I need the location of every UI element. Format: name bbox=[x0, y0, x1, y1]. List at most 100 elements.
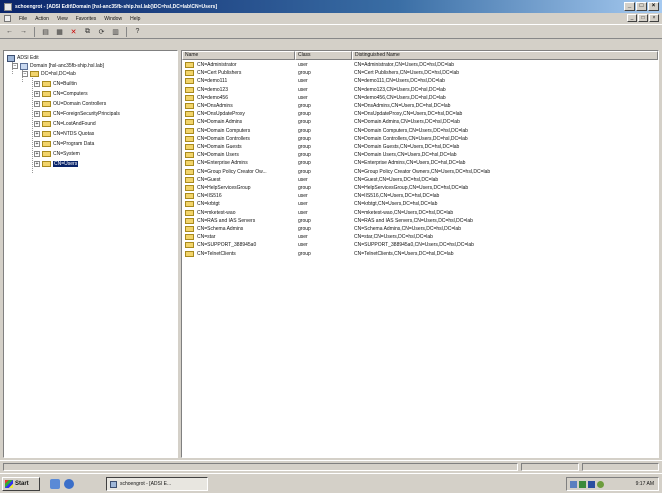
tree-node-domain[interactable]: − Domain [hsl-anc35fb-ship.hsl.lab] bbox=[12, 62, 104, 70]
cell-name: CN=Domain Users bbox=[197, 152, 239, 159]
table-row[interactable]: CN=SUPPORT_388945a0 user CN=SUPPORT_3889… bbox=[182, 241, 658, 249]
status-icon[interactable] bbox=[597, 480, 604, 488]
table-row[interactable]: CN=HelpServicesGroup group CN=HelpServic… bbox=[182, 184, 658, 192]
table-row[interactable]: CN=Administrator user CN=Administrator,C… bbox=[182, 61, 658, 69]
table-row[interactable]: CN=Enterprise Admins group CN=Enterprise… bbox=[182, 159, 658, 167]
child-minimize-button[interactable]: _ bbox=[627, 14, 637, 22]
expand-icon[interactable]: + bbox=[34, 151, 40, 157]
column-header-name[interactable]: Name bbox=[182, 51, 295, 60]
show-desktop-icon[interactable] bbox=[50, 479, 60, 489]
collapse-icon[interactable]: − bbox=[12, 63, 18, 69]
table-row[interactable]: CN=IIS516 user CN=IIS516,CN=Users,DC=hsl… bbox=[182, 192, 658, 200]
network-icon[interactable] bbox=[570, 480, 577, 488]
refresh-icon[interactable]: ⟳ bbox=[96, 26, 107, 37]
tree-node-builtin[interactable]: + CN=Builtin bbox=[34, 80, 77, 88]
tree-node-lost-and-found[interactable]: + CN=LostAndFound bbox=[34, 120, 96, 128]
list-pane[interactable]: Name Class Distinguished Name CN=Adminis… bbox=[181, 50, 659, 458]
column-header-distinguished-name[interactable]: Distinguished Name bbox=[352, 51, 658, 60]
cell-class: user bbox=[298, 176, 308, 183]
collapse-icon[interactable]: − bbox=[22, 71, 28, 77]
table-row[interactable]: CN=mketest-wao user CN=mketest-wao,CN=Us… bbox=[182, 209, 658, 217]
expand-icon[interactable]: + bbox=[34, 121, 40, 127]
expand-icon[interactable]: + bbox=[34, 141, 40, 147]
table-row[interactable]: CN=Domain Computers group CN=Domain Comp… bbox=[182, 127, 658, 135]
table-row[interactable]: CN=Domain Controllers group CN=Domain Co… bbox=[182, 135, 658, 143]
table-row[interactable]: CN=demo111 user CN=demo111,CN=Users,DC=h… bbox=[182, 77, 658, 85]
menu-view[interactable]: View bbox=[57, 16, 68, 22]
expand-icon[interactable]: + bbox=[34, 91, 40, 97]
cell-class: user bbox=[298, 209, 308, 216]
forward-arrow-icon[interactable]: → bbox=[18, 26, 29, 37]
child-close-button[interactable]: × bbox=[649, 14, 659, 22]
close-button[interactable]: × bbox=[648, 2, 659, 11]
table-row[interactable]: CN=Group Policy Creator Ow... group CN=G… bbox=[182, 168, 658, 176]
child-restore-button[interactable]: □ bbox=[638, 14, 648, 22]
expand-icon[interactable]: + bbox=[34, 161, 40, 167]
title-bar[interactable]: schoengrot - [ADSI Edit\Domain [hsl-anc3… bbox=[0, 0, 662, 13]
folder-icon bbox=[42, 111, 51, 117]
monitor-icon[interactable] bbox=[588, 480, 595, 488]
properties-icon[interactable]: ▦ bbox=[54, 26, 65, 37]
delete-icon[interactable]: ✕ bbox=[68, 26, 79, 37]
tree-node-users[interactable]: + CN=Users bbox=[34, 160, 79, 168]
tree-node-ntds-quotas[interactable]: + CN=NTDS Quotas bbox=[34, 130, 94, 138]
table-row[interactable]: CN=krbtgt user CN=krbtgt,CN=Users,DC=hsl… bbox=[182, 200, 658, 208]
cell-class: group bbox=[298, 111, 311, 118]
taskbar-window-button[interactable]: schoengrot - [ADSI E... bbox=[106, 477, 208, 491]
start-button[interactable]: Start bbox=[2, 477, 40, 491]
expand-icon[interactable]: + bbox=[34, 131, 40, 137]
tree-node-computers[interactable]: + CN=Computers bbox=[34, 90, 88, 98]
table-row[interactable]: CN=Cert Publishers group CN=Cert Publish… bbox=[182, 69, 658, 77]
document-icon[interactable] bbox=[4, 15, 11, 22]
internet-explorer-icon[interactable] bbox=[64, 479, 74, 489]
table-row[interactable]: CN=RAS and IAS Servers group CN=RAS and … bbox=[182, 217, 658, 225]
tree-node-domain-controllers[interactable]: + OU=Domain Controllers bbox=[34, 100, 106, 108]
tree-node-label: CN=NTDS Quotas bbox=[53, 131, 95, 137]
table-row[interactable]: CN=demo123 user CN=demo123,CN=Users,DC=h… bbox=[182, 86, 658, 94]
minimize-button[interactable]: _ bbox=[624, 2, 635, 11]
user-object-icon bbox=[185, 94, 194, 101]
tree-node-program-data[interactable]: + CN=Program Data bbox=[34, 140, 94, 148]
table-row[interactable]: CN=DnsAdmins group CN=DnsAdmins,CN=Users… bbox=[182, 102, 658, 110]
table-row[interactable]: CN=Domain Guests group CN=Domain Guests,… bbox=[182, 143, 658, 151]
table-row[interactable]: CN=Domain Users group CN=Domain Users,CN… bbox=[182, 151, 658, 159]
up-level-icon[interactable]: ▤ bbox=[40, 26, 51, 37]
back-arrow-icon[interactable]: ← bbox=[4, 26, 15, 37]
group-object-icon bbox=[185, 250, 194, 257]
cell-dn: CN=demo111,CN=Users,DC=hsl,DC=lab bbox=[354, 78, 445, 85]
tree-node-dc[interactable]: − DC=hsl,DC=lab bbox=[22, 70, 76, 78]
cell-class: group bbox=[298, 168, 311, 175]
cell-name: CN=Cert Publishers bbox=[197, 70, 242, 77]
app-icon[interactable] bbox=[4, 2, 12, 11]
menu-action[interactable]: Action bbox=[35, 16, 49, 22]
expand-icon[interactable]: + bbox=[34, 81, 40, 87]
table-row[interactable]: CN=DnsUpdateProxy group CN=DnsUpdateProx… bbox=[182, 110, 658, 118]
menu-favorites[interactable]: Favorites bbox=[76, 16, 97, 22]
tree-node-system[interactable]: + CN=System bbox=[34, 150, 80, 158]
cell-name: CN=DnsUpdateProxy bbox=[197, 111, 245, 118]
table-row[interactable]: CN=Guest user CN=Guest,CN=Users,DC=hsl,D… bbox=[182, 176, 658, 184]
table-row[interactable]: CN=Schema Admins group CN=Schema Admins,… bbox=[182, 225, 658, 233]
clock[interactable]: 9:17 AM bbox=[636, 481, 654, 487]
column-header-class[interactable]: Class bbox=[295, 51, 352, 60]
table-row[interactable]: CN=TelnetClients group CN=TelnetClients,… bbox=[182, 250, 658, 258]
export-list-icon[interactable]: ▥ bbox=[110, 26, 121, 37]
user-object-icon bbox=[185, 62, 194, 68]
expand-icon[interactable]: + bbox=[34, 101, 40, 107]
table-row[interactable]: CN=demo456 user CN=demo456,CN=Users,DC=h… bbox=[182, 94, 658, 102]
copy-icon[interactable]: ⧉ bbox=[82, 26, 93, 37]
folder-icon bbox=[42, 81, 51, 87]
table-row[interactable]: CN=star user CN=star,CN=Users,DC=hsl,DC=… bbox=[182, 233, 658, 241]
help-icon[interactable]: ? bbox=[132, 26, 143, 37]
maximize-button[interactable]: □ bbox=[636, 2, 647, 11]
expand-icon[interactable]: + bbox=[34, 111, 40, 117]
menu-help[interactable]: Help bbox=[130, 16, 140, 22]
tree-root[interactable]: ADSI Edit bbox=[7, 54, 39, 62]
menu-window[interactable]: Window bbox=[104, 16, 122, 22]
menu-file[interactable]: File bbox=[19, 16, 27, 22]
security-icon[interactable] bbox=[579, 480, 586, 488]
table-row[interactable]: CN=Domain Admins group CN=Domain Admins,… bbox=[182, 118, 658, 126]
status-bar bbox=[0, 460, 662, 471]
tree-pane[interactable]: ADSI Edit − Domain [hsl-anc35fb-ship.hsl… bbox=[3, 50, 178, 458]
tree-node-foreign-security-principals[interactable]: + CN=ForeignSecurityPrincipals bbox=[34, 110, 120, 118]
